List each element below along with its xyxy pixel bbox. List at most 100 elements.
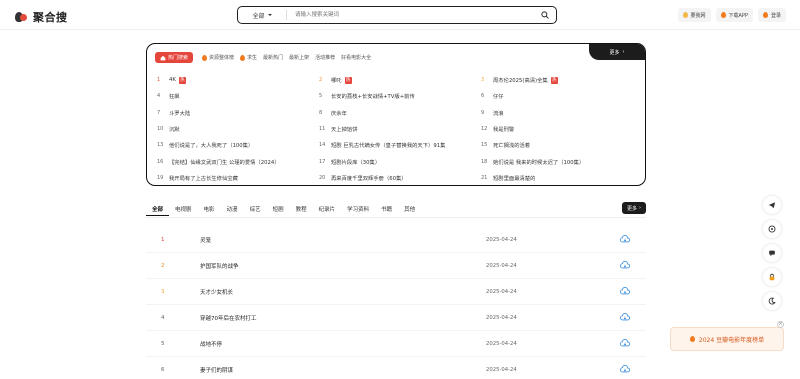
hand-icon <box>682 12 688 18</box>
hot-item-rank: 6 <box>481 93 485 100</box>
hot-item[interactable]: 5 长安的荔枝+长安战情+TV版+前传 <box>319 88 481 104</box>
hot-item[interactable]: 8 庆余年 <box>319 105 481 121</box>
hot-item-title: 天上掉馅饼 <box>331 127 358 134</box>
dark-mode-toggle[interactable] <box>763 292 781 310</box>
hot-item[interactable]: 1 4K 热 <box>157 72 319 88</box>
hot-item[interactable]: 13 他们说是了，大人我死了（100集） <box>157 137 319 153</box>
list-item[interactable]: 6 妻子们的阴谋 2025-04-24 <box>146 357 646 379</box>
category-tab[interactable]: 动漫 <box>221 202 244 216</box>
feedback-button[interactable] <box>763 220 781 238</box>
hot-item[interactable]: 4 狂飙 <box>157 88 319 104</box>
list-item-title[interactable]: 护国军队的战争 <box>200 262 239 270</box>
category-tab[interactable]: 学习资料 <box>341 202 375 216</box>
chat-button[interactable] <box>763 244 781 262</box>
search-input[interactable] <box>287 7 534 23</box>
hot-item[interactable]: 21 短剧里面最清楚的 <box>481 170 637 185</box>
hot-item-rank: 3 <box>481 77 485 84</box>
hot-item[interactable]: 12 我是刑警 <box>481 121 637 137</box>
telegram-button[interactable] <box>763 196 781 214</box>
hot-item-rank: 8 <box>319 109 323 116</box>
list-item[interactable]: 5 战地不停 2025-04-24 <box>146 331 646 357</box>
hot-item[interactable]: 18 她们说是 我来的时候太迟了（100集） <box>481 153 637 169</box>
hot-item-rank: 2 <box>319 77 323 84</box>
category-tab[interactable]: 电视剧 <box>169 202 198 216</box>
cloud-download-icon[interactable] <box>620 338 631 349</box>
hot-item[interactable]: 17 短剧片段库（30集） <box>319 153 481 169</box>
category-tabs: 全部 电视剧 电影 动漫 综艺 短剧 教程 纪录片 学习资料 书籍 其他 <box>146 202 421 216</box>
login-button[interactable]: 登录 <box>757 8 786 22</box>
hot-item-title: 仔仔 <box>493 94 504 101</box>
hot-item-rank: 17 <box>319 158 326 165</box>
logo[interactable]: 聚合搜 <box>14 9 68 25</box>
hot-tab-6[interactable]: 好看电影大全 <box>341 54 371 61</box>
list-item-title[interactable]: 天才少女机长 <box>200 288 233 296</box>
banner-close-button[interactable]: × <box>777 321 784 328</box>
list-item-date: 2025-04-24 <box>486 366 517 373</box>
category-tab[interactable]: 短剧 <box>267 202 290 216</box>
hot-item[interactable]: 15 死亡搁浅的活着 <box>481 137 637 153</box>
hot-item[interactable]: 9 流浪 <box>481 105 637 121</box>
category-tab[interactable]: 书籍 <box>375 202 398 216</box>
hot-tab-5[interactable]: 活动推荐 <box>315 54 335 61</box>
hot-item-title: 她们说是 我来的时候太迟了（100集） <box>493 159 585 166</box>
category-tab[interactable]: 综艺 <box>244 202 267 216</box>
hot-item[interactable]: 20 再来百度千里双辉手册（60集） <box>319 170 481 185</box>
header-button-1[interactable]: 要我网 <box>677 8 711 22</box>
list-item-title[interactable]: 妻子们的阴谋 <box>200 366 233 374</box>
category-more-label: 更多 <box>626 205 637 212</box>
hot-badge: 热 <box>344 76 352 84</box>
hot-item[interactable]: 11 天上掉馅饼 <box>319 121 481 137</box>
hot-item[interactable]: 7 斗罗大陆 <box>157 105 319 121</box>
hot-item[interactable]: 6 仔仔 <box>481 88 637 104</box>
hot-item[interactable]: 3 周杰伦2025(高清)全集热 <box>481 72 637 88</box>
cloud-download-icon[interactable] <box>620 312 631 323</box>
hot-item-rank: 10 <box>157 126 164 133</box>
hot-item[interactable]: 10 沉默 <box>157 121 319 137</box>
side-toolbar <box>763 196 781 310</box>
search-category-select[interactable]: 全部 <box>238 11 286 20</box>
hot-item-rank: 16 <box>157 158 164 165</box>
list-item-title[interactable]: 战地不停 <box>200 340 222 348</box>
hot-tab-4[interactable]: 最新上架 <box>289 54 309 61</box>
category-tab[interactable]: 其他 <box>398 202 421 216</box>
hot-tab-1[interactable]: 资源整体榜 <box>202 54 234 61</box>
hot-item[interactable]: 14 短剧 巨乳古代嫡女传（皇子替换我的天下）91集 <box>319 137 481 153</box>
hot-tab-label: 最新上架 <box>289 55 310 61</box>
hot-more-button[interactable]: 更多 › <box>589 44 645 60</box>
cloud-download-icon[interactable] <box>620 234 631 245</box>
vip-button[interactable] <box>763 268 781 286</box>
hot-badge: 热 <box>550 76 558 84</box>
hot-item-rank: 4 <box>157 93 161 100</box>
list-item-title[interactable]: 穿越70年后在农村打工 <box>200 314 257 322</box>
close-icon: × <box>778 321 783 327</box>
list-item[interactable]: 2 护国军队的战争 2025-04-24 <box>146 253 646 279</box>
list-item[interactable]: 1 灵笼 2025-04-24 <box>146 227 646 253</box>
category-tab[interactable]: 纪录片 <box>313 202 342 216</box>
category-tab[interactable]: 全部 <box>146 202 170 216</box>
hot-tab-2[interactable]: 求生 <box>240 54 257 61</box>
hot-item[interactable]: 2 哪吒热 <box>319 72 481 88</box>
search-button[interactable] <box>534 7 556 23</box>
hot-item[interactable]: 16 【完结】仙缘文武双门生 公瑾的爱情（2024） <box>157 153 319 169</box>
douban-banner[interactable]: 2024 豆瓣电影年度榜单 <box>670 327 784 351</box>
hot-item-title: 斗罗大陆 <box>169 110 191 117</box>
list-item-title[interactable]: 灵笼 <box>200 236 211 244</box>
cloud-download-icon[interactable] <box>620 286 631 297</box>
cloud-download-icon[interactable] <box>620 260 631 271</box>
chat-icon <box>769 250 775 257</box>
send-icon <box>768 202 776 209</box>
hot-search-tag[interactable]: 热门搜索 <box>155 52 194 63</box>
tab-divider <box>146 217 646 218</box>
download-app-button[interactable]: 下载APP <box>715 8 753 22</box>
list-item[interactable]: 4 穿越70年后在农村打工 2025-04-24 <box>146 305 646 331</box>
category-tab[interactable]: 教程 <box>290 202 313 216</box>
category-tab[interactable]: 电影 <box>198 202 221 216</box>
hot-item-rank: 18 <box>481 158 488 165</box>
hot-tab-3[interactable]: 最新热门 <box>263 54 283 61</box>
hot-item[interactable]: 19 我开局有了上古长生修仙宝藏 <box>157 170 319 185</box>
cloud-download-icon[interactable] <box>620 364 631 375</box>
list-item-rank: 2 <box>161 262 165 269</box>
hot-item-title: 4K <box>169 77 176 84</box>
category-more-button[interactable]: 更多 › <box>622 202 646 214</box>
list-item[interactable]: 3 天才少女机长 2025-04-24 <box>146 279 646 305</box>
